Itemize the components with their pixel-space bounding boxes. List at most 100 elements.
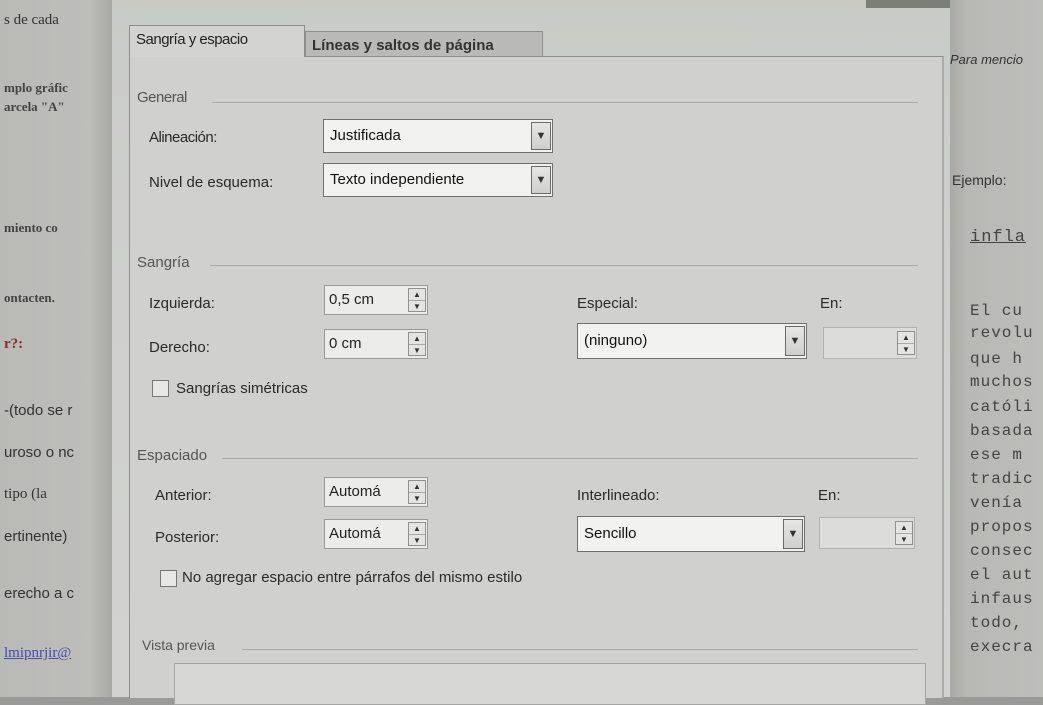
section-general-label: General <box>137 89 187 106</box>
background-document-left: s de cada mplo gráfic arcela "A" miento … <box>0 0 112 697</box>
chevron-down-icon[interactable]: ▼ <box>783 519 803 549</box>
indent-by-spinner[interactable]: ▲ ▼ <box>823 327 917 359</box>
bg-right-line: católi <box>970 398 1034 416</box>
space-after-label: Posterior: <box>155 529 220 546</box>
line-spacing-label: Interlineado: <box>577 487 660 504</box>
space-after-value: Automá <box>329 525 381 542</box>
bg-right-line: ese m <box>970 446 1024 464</box>
mirror-indents-checkbox[interactable] <box>152 380 169 397</box>
bg-right-line: revolu <box>970 324 1034 342</box>
chevron-down-icon[interactable]: ▼ <box>531 122 551 150</box>
space-after-spinner[interactable]: Automá ▲ ▼ <box>324 519 428 549</box>
alignment-select[interactable]: Justificada ▼ <box>323 119 553 153</box>
outline-level-value: Texto independiente <box>330 171 465 188</box>
section-divider <box>212 102 918 103</box>
background-document-right: Para mencio Ejemplo: infla El cu revolu … <box>950 0 1043 697</box>
indent-left-label: Izquierda: <box>149 295 215 312</box>
bg-left-line: miento co <box>4 220 58 235</box>
window-top-edge <box>112 0 950 8</box>
special-indent-select[interactable]: (ninguno) ▼ <box>577 323 807 359</box>
bg-right-line: muchos <box>970 373 1034 391</box>
section-indent-label: Sangría <box>137 254 190 271</box>
bg-right-line: execra <box>970 638 1034 656</box>
spin-down-icon[interactable]: ▼ <box>898 344 914 355</box>
mirror-indents-label[interactable]: Sangrías simétricas <box>176 380 308 397</box>
indent-left-spinner[interactable]: 0,5 cm ▲ ▼ <box>324 285 428 315</box>
no-space-same-style-label[interactable]: No agregar espacio entre párrafos del mi… <box>182 569 522 586</box>
section-preview-label: Vista previa <box>142 637 215 653</box>
bg-left-line: -(todo se r <box>4 402 73 419</box>
space-before-label: Anterior: <box>155 487 212 504</box>
preview-box <box>174 663 926 705</box>
section-divider <box>242 649 918 650</box>
space-before-value: Automá <box>329 483 381 500</box>
spin-up-icon[interactable]: ▲ <box>409 333 425 345</box>
bg-left-line: ertinente) <box>4 528 68 545</box>
bg-right-line: El cu <box>970 302 1024 320</box>
tab-indent-spacing[interactable]: Sangría y espacio <box>129 25 305 57</box>
bg-left-line: erecho a c <box>4 585 75 602</box>
bg-right-line: venía <box>970 494 1024 512</box>
bg-left-line: mplo gráfic <box>4 80 68 95</box>
paragraph-dialog: Líneas y saltos de página Sangría y espa… <box>112 8 950 705</box>
section-divider <box>222 458 918 459</box>
bg-right-line: propos <box>970 518 1034 536</box>
spin-down-icon[interactable]: ▼ <box>896 534 912 545</box>
bg-left-line: arcela "A" <box>4 99 65 114</box>
spin-buttons[interactable]: ▲ ▼ <box>408 522 426 546</box>
bg-left-line: s de cada <box>4 12 59 28</box>
indent-right-value: 0 cm <box>329 335 362 352</box>
line-spacing-select[interactable]: Sencillo ▼ <box>577 516 805 552</box>
no-space-same-style-checkbox[interactable] <box>160 570 177 587</box>
spin-down-icon[interactable]: ▼ <box>409 535 425 546</box>
space-before-spinner[interactable]: Automá ▲ ▼ <box>324 477 428 507</box>
spin-buttons[interactable]: ▲ ▼ <box>408 480 426 504</box>
bg-right-line: basada <box>970 422 1034 440</box>
chevron-down-icon[interactable]: ▼ <box>531 166 551 194</box>
bg-left-line: uroso o nc <box>4 444 75 461</box>
bg-right-line: todo, <box>970 614 1024 632</box>
line-spacing-at-label: En: <box>818 487 841 504</box>
outline-level-select[interactable]: Texto independiente ▼ <box>323 163 553 197</box>
spin-down-icon[interactable]: ▼ <box>409 345 425 356</box>
bg-left-line: tipo (la <box>4 486 47 502</box>
bg-right-line: Ejemplo: <box>952 172 1007 188</box>
bg-right-line: infaus <box>970 590 1034 608</box>
outline-level-label: Nivel de esquema: <box>149 174 274 191</box>
spin-up-icon[interactable]: ▲ <box>896 522 912 534</box>
spin-up-icon[interactable]: ▲ <box>409 523 425 535</box>
line-spacing-at-spinner[interactable]: ▲ ▼ <box>819 517 915 549</box>
bg-right-line: consec <box>970 542 1034 560</box>
indent-right-spinner[interactable]: 0 cm ▲ ▼ <box>324 329 428 359</box>
spin-buttons[interactable]: ▲ ▼ <box>408 288 426 312</box>
alignment-label: Alineación: <box>149 129 217 146</box>
tab-panel: General Alineación: Justificada ▼ Nivel … <box>129 56 944 705</box>
spin-up-icon[interactable]: ▲ <box>409 481 425 493</box>
special-indent-label: Especial: <box>577 295 638 312</box>
spin-buttons[interactable]: ▲ ▼ <box>897 331 915 355</box>
special-indent-value: (ninguno) <box>584 332 648 349</box>
section-spacing-label: Espaciado <box>137 447 208 464</box>
spin-up-icon[interactable]: ▲ <box>409 289 425 301</box>
spin-down-icon[interactable]: ▼ <box>409 493 425 504</box>
bg-right-line: Para mencio <box>950 52 1023 67</box>
spin-up-icon[interactable]: ▲ <box>898 332 914 344</box>
bg-left-link[interactable]: lmipnrjir@ <box>4 645 71 662</box>
spin-buttons[interactable]: ▲ ▼ <box>408 332 426 356</box>
section-divider <box>210 265 918 266</box>
chevron-down-icon[interactable]: ▼ <box>785 326 805 356</box>
indent-by-label: En: <box>820 295 843 312</box>
bg-right-line: el aut <box>970 566 1034 584</box>
line-spacing-value: Sencillo <box>584 525 637 542</box>
tab-line-page-breaks[interactable]: Líneas y saltos de página <box>305 31 543 59</box>
indent-right-label: Derecho: <box>149 339 210 356</box>
bg-left-line: r?: <box>4 336 24 352</box>
bg-right-line: infla <box>970 228 1027 247</box>
indent-left-value: 0,5 cm <box>329 291 375 308</box>
bg-right-line: tradic <box>970 470 1034 488</box>
alignment-value: Justificada <box>330 127 401 144</box>
spin-buttons[interactable]: ▲ ▼ <box>895 521 913 545</box>
spin-down-icon[interactable]: ▼ <box>409 301 425 312</box>
bg-right-line: que h <box>970 350 1024 368</box>
bg-left-line: ontacten. <box>4 290 55 305</box>
